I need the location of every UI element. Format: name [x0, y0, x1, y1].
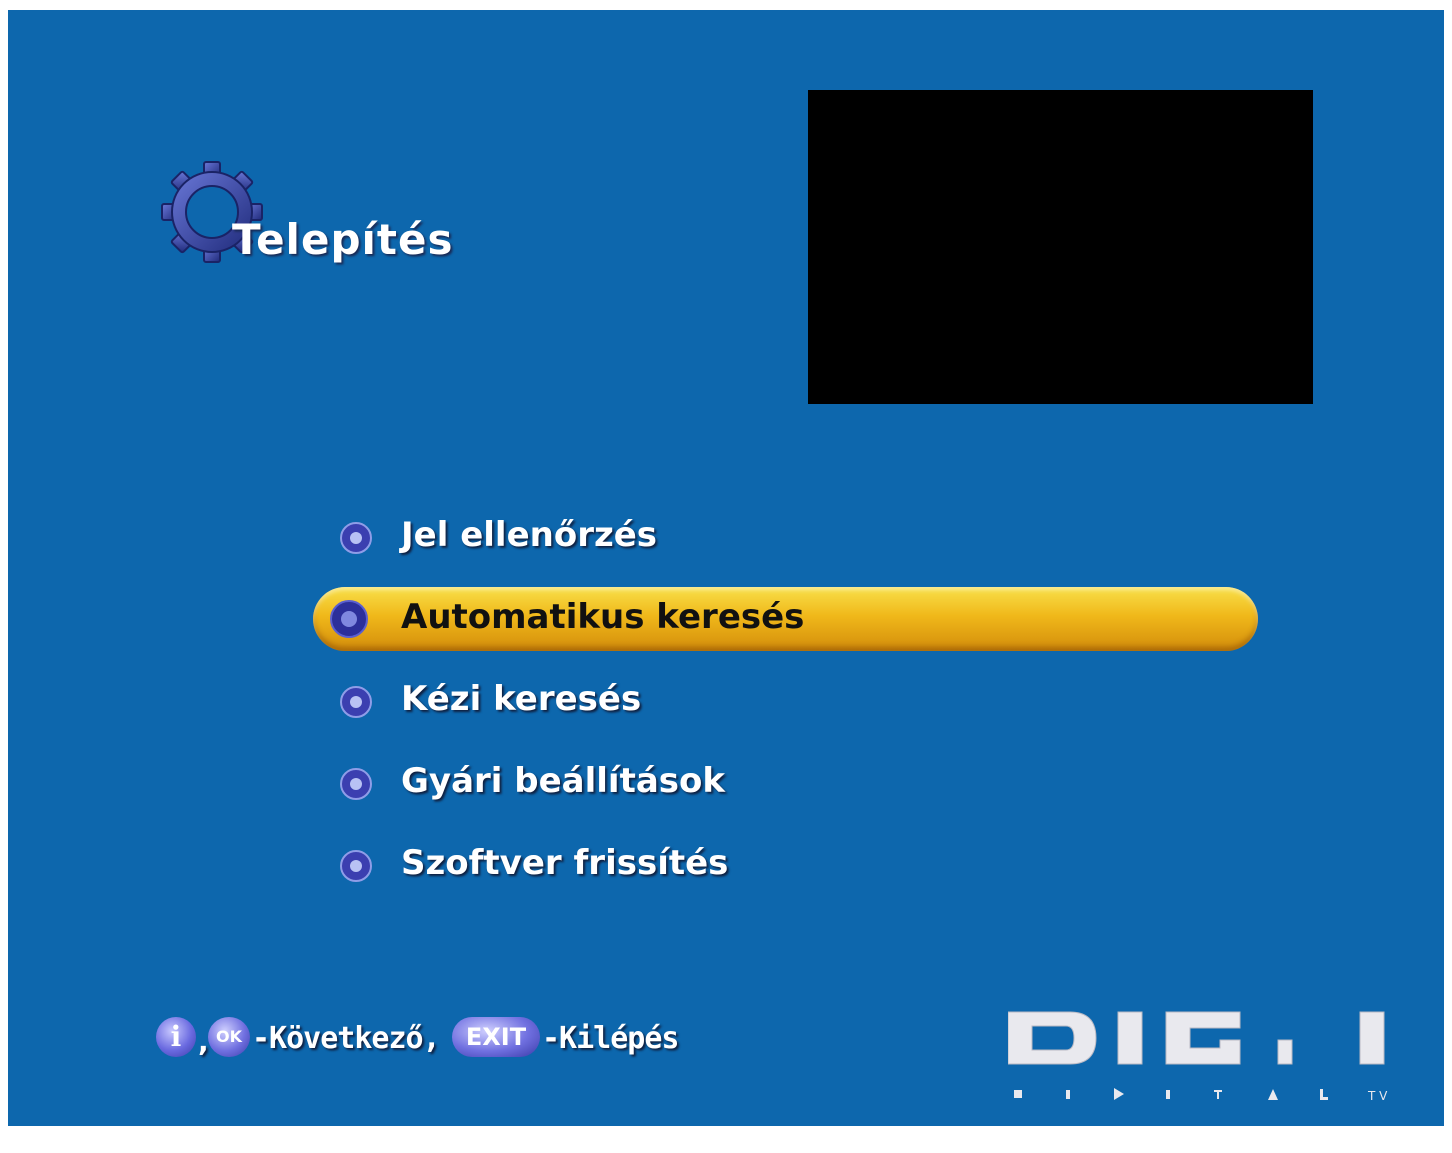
- exit-hint: -Kilépés: [542, 1021, 679, 1056]
- next-hint: -Következő,: [252, 1021, 441, 1056]
- page-header: Telepítés: [156, 160, 516, 270]
- menu-item-label: Automatikus keresés: [401, 597, 805, 637]
- info-button-icon[interactable]: i: [156, 1017, 196, 1057]
- menu-item-label: Gyári beállítások: [401, 761, 725, 801]
- ok-button-icon[interactable]: OK: [208, 1017, 250, 1057]
- exit-button-icon[interactable]: EXIT: [452, 1017, 540, 1057]
- menu-item-auto-search[interactable]: Automatikus keresés: [313, 587, 1258, 651]
- menu-item-label: Szoftver frissítés: [401, 843, 729, 883]
- tv-screen: Telepítés Jel ellenőrzés Automatikus ker…: [8, 10, 1444, 1126]
- bullet-icon: [340, 850, 372, 882]
- bullet-icon: [340, 686, 372, 718]
- bullet-icon: [330, 600, 368, 638]
- digi-logo: T V: [1008, 1011, 1388, 1103]
- tv-tagline: T V: [1367, 1089, 1388, 1103]
- video-preview: [808, 90, 1313, 404]
- bullet-icon: [340, 768, 372, 800]
- page-title: Telepítés: [232, 215, 454, 264]
- menu-item-factory-settings[interactable]: Gyári beállítások: [313, 751, 1273, 815]
- separator-comma: ,: [198, 1025, 209, 1058]
- settings-menu: Jel ellenőrzés Automatikus keresés Kézi …: [313, 505, 1273, 915]
- menu-item-label: Jel ellenőrzés: [401, 515, 658, 555]
- menu-item-signal-check[interactable]: Jel ellenőrzés: [313, 505, 1273, 569]
- menu-item-software-update[interactable]: Szoftver frissítés: [313, 833, 1273, 897]
- menu-item-manual-search[interactable]: Kézi keresés: [313, 669, 1273, 733]
- bullet-icon: [340, 522, 372, 554]
- menu-item-label: Kézi keresés: [401, 679, 642, 719]
